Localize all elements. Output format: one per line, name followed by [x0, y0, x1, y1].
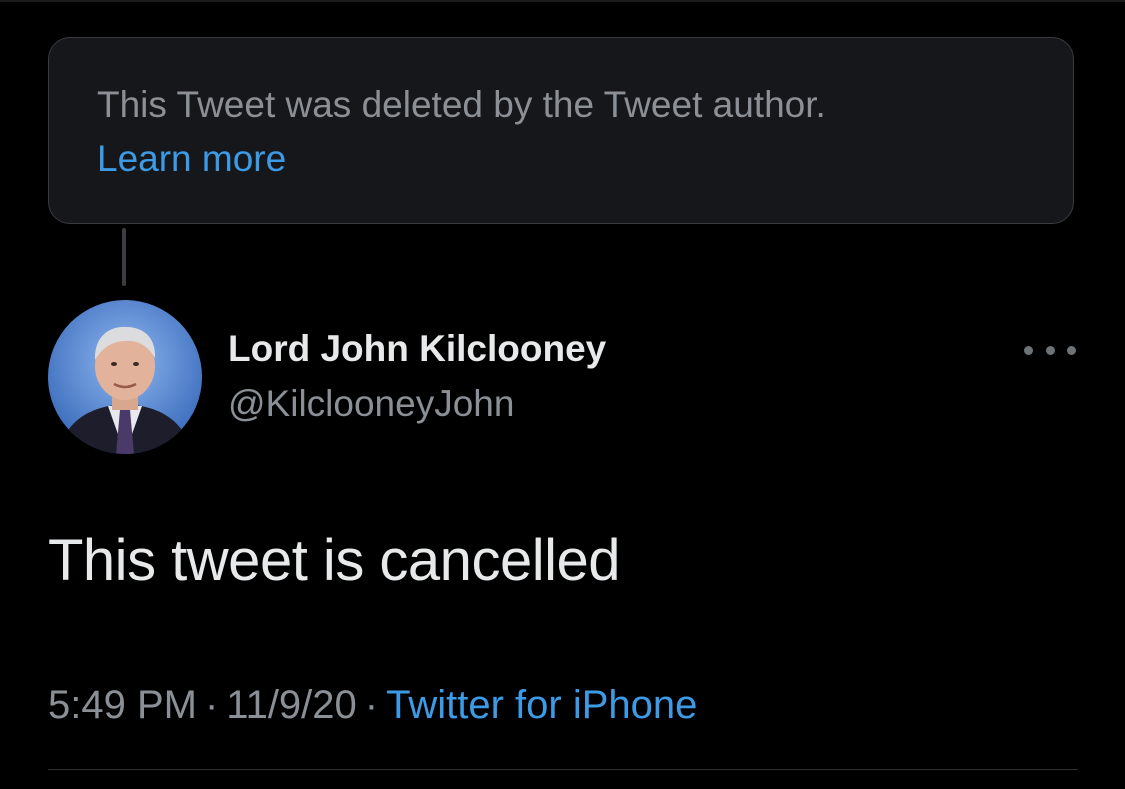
- thread-connector-line: [122, 228, 126, 286]
- ellipsis-icon: [1024, 345, 1033, 355]
- author-handle[interactable]: @KilclooneyJohn: [228, 383, 514, 425]
- tweet-metadata: 5:49 PM · 11/9/20 · Twitter for iPhone: [48, 683, 697, 728]
- top-divider: [0, 0, 1125, 2]
- separator-dot: ·: [204, 683, 219, 727]
- more-options-button[interactable]: [1024, 338, 1076, 362]
- deleted-notice-text: This Tweet was deleted by the Tweet auth…: [97, 84, 826, 125]
- ellipsis-icon: [1045, 345, 1055, 355]
- bottom-divider: [48, 769, 1078, 770]
- separator-dot: ·: [364, 683, 379, 727]
- tweet-source-link[interactable]: Twitter for iPhone: [386, 683, 697, 727]
- author-display-name[interactable]: Lord John Kilclooney: [228, 328, 606, 370]
- deleted-tweet-notice: This Tweet was deleted by the Tweet auth…: [48, 37, 1074, 224]
- avatar-image: [48, 300, 202, 454]
- tweet-text: This tweet is cancelled: [48, 528, 620, 593]
- learn-more-link[interactable]: Learn more: [97, 132, 286, 186]
- tweet-time: 5:49 PM: [48, 683, 197, 727]
- avatar[interactable]: [48, 300, 202, 454]
- tweet-date: 11/9/20: [226, 683, 357, 727]
- ellipsis-icon: [1067, 345, 1076, 355]
